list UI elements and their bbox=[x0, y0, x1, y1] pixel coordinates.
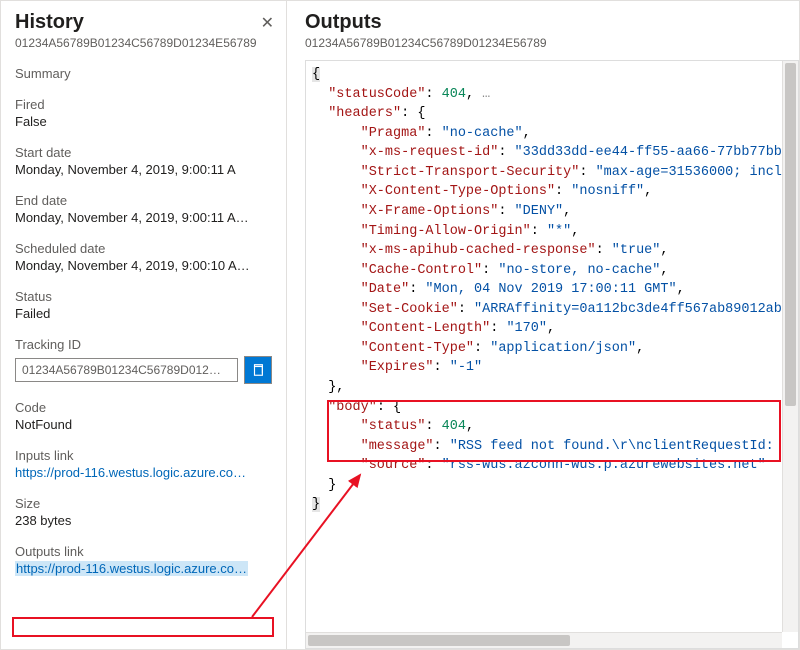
status-value: Failed bbox=[15, 306, 272, 321]
end-date-value: Monday, November 4, 2019, 9:00:11 A… bbox=[15, 210, 272, 225]
start-date-value: Monday, November 4, 2019, 9:00:11 A bbox=[15, 162, 272, 177]
json-viewer[interactable]: { "statusCode": 404, … "headers": { "Pra… bbox=[305, 60, 799, 649]
copy-icon bbox=[251, 363, 265, 377]
tracking-id-value[interactable]: 01234A56789B01234C56789D012… bbox=[15, 358, 238, 382]
inputs-link[interactable]: https://prod-116.westus.logic.azure.co… bbox=[15, 465, 246, 480]
inputs-link-label: Inputs link bbox=[15, 448, 272, 463]
close-icon[interactable]: ✕ bbox=[257, 11, 278, 35]
scrollbar-vertical[interactable] bbox=[782, 61, 798, 632]
size-label: Size bbox=[15, 496, 272, 511]
history-id: 01234A56789B01234C56789D01234E56789 bbox=[15, 36, 257, 50]
json-content[interactable]: { "statusCode": 404, … "headers": { "Pra… bbox=[306, 61, 798, 648]
outputs-link[interactable]: https://prod-116.westus.logic.azure.co… bbox=[15, 561, 248, 576]
copy-button[interactable] bbox=[244, 356, 272, 384]
start-date-label: Start date bbox=[15, 145, 272, 160]
fired-label: Fired bbox=[15, 97, 272, 112]
code-value: NotFound bbox=[15, 417, 272, 432]
tracking-id-label: Tracking ID bbox=[15, 337, 272, 352]
outputs-panel: Outputs 01234A56789B01234C56789D01234E56… bbox=[287, 1, 799, 649]
status-label: Status bbox=[15, 289, 272, 304]
summary-label: Summary bbox=[15, 66, 272, 81]
history-panel: History 01234A56789B01234C56789D01234E56… bbox=[1, 1, 287, 649]
outputs-id: 01234A56789B01234C56789D01234E56789 bbox=[305, 36, 799, 50]
code-label: Code bbox=[15, 400, 272, 415]
size-value: 238 bytes bbox=[15, 513, 272, 528]
outputs-link-label: Outputs link bbox=[15, 544, 272, 559]
scheduled-date-value: Monday, November 4, 2019, 9:00:10 A… bbox=[15, 258, 272, 273]
outputs-title: Outputs bbox=[305, 11, 799, 34]
history-title: History bbox=[15, 11, 257, 34]
scrollbar-horizontal[interactable] bbox=[306, 632, 782, 648]
fired-value: False bbox=[15, 114, 272, 129]
end-date-label: End date bbox=[15, 193, 272, 208]
scheduled-date-label: Scheduled date bbox=[15, 241, 272, 256]
